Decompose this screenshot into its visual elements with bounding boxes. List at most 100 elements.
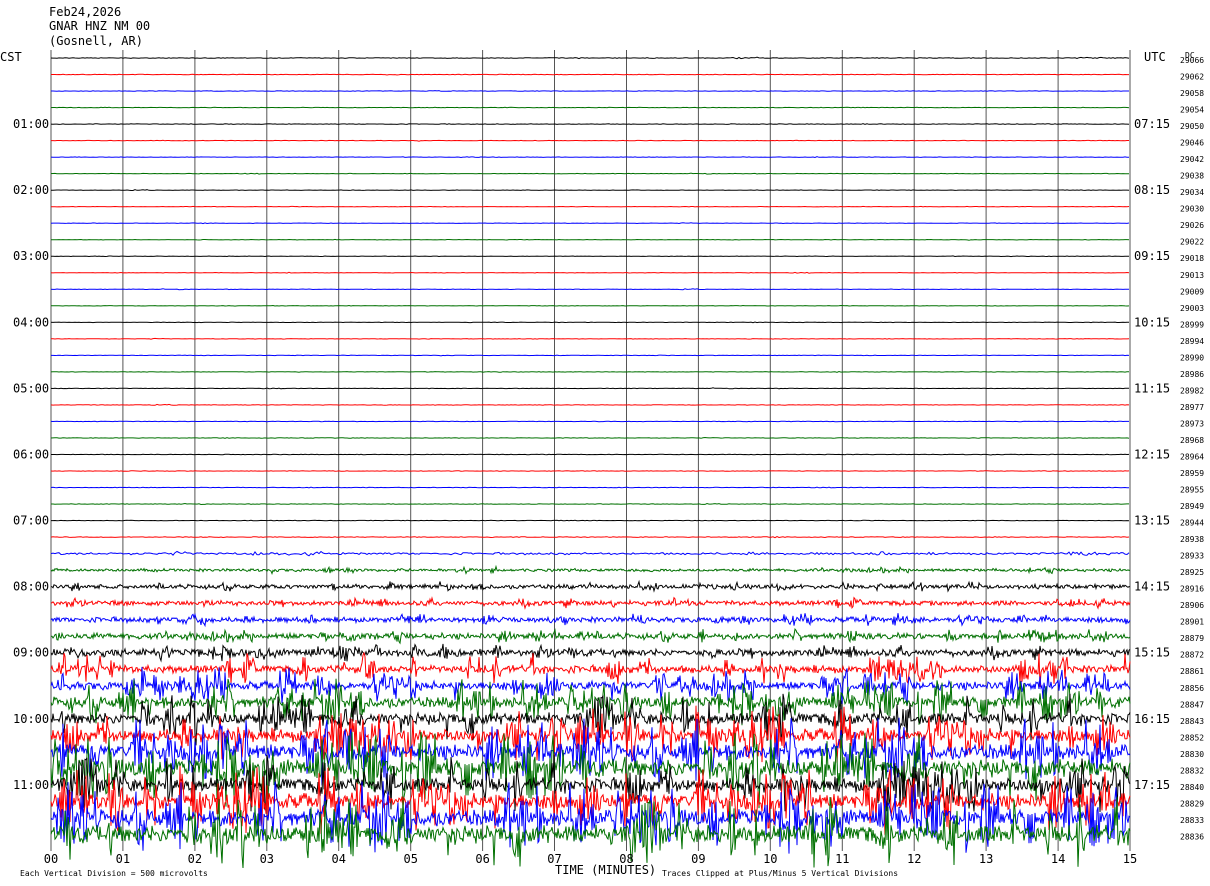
dc-offset-value: 28955 <box>1180 486 1204 495</box>
left-hour-label: 01:00 <box>13 117 49 131</box>
dc-offset-value: 28901 <box>1180 618 1204 627</box>
seismic-trace <box>50 56 1130 60</box>
dc-offset-value: 28938 <box>1180 535 1204 544</box>
seismic-trace <box>50 486 1130 489</box>
dc-offset-value: 28832 <box>1180 766 1204 775</box>
seismic-trace <box>50 172 1130 175</box>
header-station: GNAR HNZ NM 00 <box>49 19 150 33</box>
right-hour-label: 17:15 <box>1134 778 1170 792</box>
left-hour-label: 08:00 <box>13 580 49 594</box>
dc-offset-value: 29046 <box>1180 139 1204 148</box>
dc-offset-value: 28852 <box>1180 733 1204 742</box>
seismic-trace <box>50 271 1130 274</box>
seismic-trace <box>50 403 1130 406</box>
seismic-trace <box>50 288 1130 291</box>
dc-offset-value: 28830 <box>1180 750 1204 759</box>
dc-offset-value: 29058 <box>1180 89 1204 98</box>
dc-offset-labels: 29066 29062 29058 29054 29050 29046 29042 29038… <box>1180 56 1204 841</box>
footer-left-note: Each Vertical Division = 500 microvolts <box>20 869 208 878</box>
dc-offset-value: 28994 <box>1180 337 1204 346</box>
footer-right-note: Traces Clipped at Plus/Minus 5 Vertical … <box>662 869 898 878</box>
seismic-trace <box>50 550 1130 557</box>
right-hour-label: 10:15 <box>1134 315 1170 329</box>
right-timezone-label: UTC <box>1144 50 1166 64</box>
left-hour-label: 10:00 <box>13 712 49 726</box>
dc-offset-value: 28968 <box>1180 436 1204 445</box>
dc-offset-value: 28843 <box>1180 717 1204 726</box>
dc-offset-value: 28959 <box>1180 469 1204 478</box>
seismic-trace <box>50 205 1130 208</box>
dc-offset-value: 28906 <box>1180 601 1204 610</box>
seismic-trace <box>50 123 1130 125</box>
x-axis-label: TIME (MINUTES) <box>555 863 656 877</box>
seismic-trace <box>51 502 1129 506</box>
x-tick-label: 15 <box>1123 852 1137 866</box>
dc-offset-value: 28973 <box>1180 419 1204 428</box>
right-hour-label: 16:15 <box>1134 712 1170 726</box>
seismic-trace <box>50 436 1130 439</box>
dc-offset-value: 28847 <box>1180 700 1204 709</box>
seismic-trace <box>50 536 1130 539</box>
dc-offset-value: 29054 <box>1180 106 1204 115</box>
seismic-trace <box>50 337 1130 340</box>
seismic-trace <box>50 420 1129 423</box>
right-hour-labels: 07:15 08:15 09:15 10:15 11:15 12:15 13:15 14:15… <box>1134 117 1170 792</box>
seismic-trace <box>50 612 1131 628</box>
x-tick-label: 10 <box>763 852 777 866</box>
dc-offset-value: 29003 <box>1180 304 1204 313</box>
seismic-trace <box>50 387 1129 390</box>
dc-offset-value: 28916 <box>1180 585 1204 594</box>
seismic-trace <box>50 596 1131 610</box>
left-timezone-label: CST <box>0 50 22 64</box>
dc-offset-value: 28856 <box>1180 684 1204 693</box>
x-tick-label: 01 <box>116 852 130 866</box>
dc-offset-value: 28949 <box>1180 502 1204 511</box>
dc-offset-value: 28933 <box>1180 552 1204 561</box>
dc-offset-value: 29066 <box>1180 56 1204 65</box>
dc-offset-value: 28999 <box>1180 320 1204 329</box>
dc-offset-value: 29026 <box>1180 221 1204 230</box>
dc-offset-value: 28990 <box>1180 353 1204 362</box>
dc-offset-value: 28840 <box>1180 783 1204 792</box>
seismic-trace <box>51 139 1129 142</box>
dc-offset-value: 28829 <box>1180 799 1204 808</box>
dc-offset-value: 29022 <box>1180 238 1204 247</box>
x-tick-label: 13 <box>979 852 993 866</box>
right-hour-label: 14:15 <box>1134 580 1170 594</box>
right-hour-label: 07:15 <box>1134 117 1170 131</box>
trace-group <box>50 56 1131 869</box>
dc-offset-value: 28944 <box>1180 519 1204 528</box>
dc-offset-value: 28872 <box>1180 651 1204 660</box>
dc-offset-value: 28925 <box>1180 568 1204 577</box>
left-hour-label: 05:00 <box>13 381 49 395</box>
dc-offset-value: 29038 <box>1180 172 1204 181</box>
x-tick-label: 09 <box>691 852 705 866</box>
left-hour-label: 07:00 <box>13 514 49 528</box>
seismic-trace <box>51 90 1129 92</box>
x-tick-label: 03 <box>260 852 274 866</box>
seismogram-plot: Feb24,2026 GNAR HNZ NM 00 (Gosnell, AR) … <box>0 5 1204 878</box>
seismic-trace <box>51 73 1129 76</box>
x-tick-label: 02 <box>188 852 202 866</box>
seismic-trace <box>50 470 1130 472</box>
seismic-trace <box>51 453 1130 456</box>
seismic-trace <box>50 370 1129 373</box>
right-hour-label: 08:15 <box>1134 183 1170 197</box>
dc-offset-value: 29018 <box>1180 254 1204 263</box>
seismic-trace <box>51 519 1130 522</box>
x-tick-label: 06 <box>475 852 489 866</box>
seismic-trace <box>50 106 1130 109</box>
right-hour-label: 13:15 <box>1134 514 1170 528</box>
dc-offset-value: 28964 <box>1180 453 1204 462</box>
right-hour-label: 11:15 <box>1134 381 1170 395</box>
header-location: (Gosnell, AR) <box>49 34 143 48</box>
left-hour-label: 04:00 <box>13 315 49 329</box>
right-hour-label: 12:15 <box>1134 448 1170 462</box>
x-tick-label: 14 <box>1051 852 1065 866</box>
dc-offset-value: 29042 <box>1180 155 1204 164</box>
dc-offset-value: 28977 <box>1180 403 1204 412</box>
dc-offset-value: 28879 <box>1180 634 1204 643</box>
left-hour-labels: 01:00 02:00 03:00 04:00 05:00 06:00 07:00 08:00… <box>13 117 49 792</box>
left-hour-label: 06:00 <box>13 448 49 462</box>
seismic-trace <box>50 564 1131 575</box>
